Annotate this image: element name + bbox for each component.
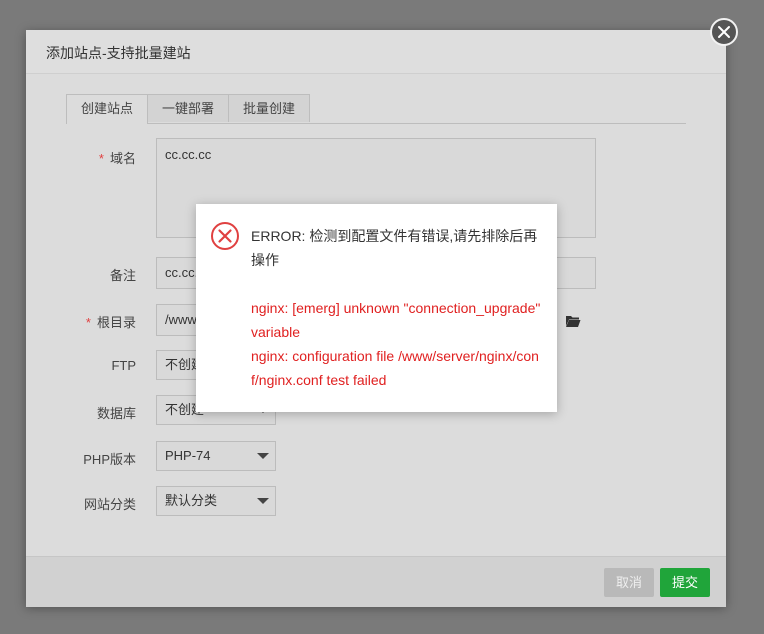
error-line: nginx: [emerg] unknown "connection_upgra… — [251, 300, 541, 340]
tab-create-site[interactable]: 创建站点 — [66, 94, 149, 124]
error-content: ERROR: 检测到配置文件有错误,请先排除后再操作 nginx: [emerg… — [251, 224, 541, 392]
remark-label: 备注 — [109, 268, 136, 283]
chevron-down-icon — [257, 498, 269, 504]
chevron-down-icon — [257, 453, 269, 459]
error-title: ERROR: 检测到配置文件有错误,请先排除后再操作 — [251, 228, 538, 268]
error-dialog: ERROR: 检测到配置文件有错误,请先排除后再操作 nginx: [emerg… — [196, 204, 557, 412]
close-icon — [718, 26, 730, 38]
modal-title: 添加站点-支持批量建站 — [46, 45, 191, 61]
tab-one-click-deploy[interactable]: 一键部署 — [147, 94, 230, 122]
error-message: nginx: [emerg] unknown "connection_upgra… — [251, 296, 541, 392]
modal-header: 添加站点-支持批量建站 — [26, 30, 726, 74]
tab-bar: 创建站点 一键部署 批量创建 — [66, 94, 686, 124]
php-version-select[interactable]: PHP-74 — [156, 441, 276, 471]
database-label: 数据库 — [96, 406, 136, 421]
domain-label: * 域名 — [98, 151, 136, 166]
error-circle-icon — [211, 222, 239, 250]
php-label: PHP版本 — [83, 452, 136, 467]
ftp-label: FTP — [111, 358, 136, 373]
site-category-select[interactable]: 默认分类 — [156, 486, 276, 516]
modal-footer: 取消 提交 — [26, 556, 726, 607]
folder-open-icon[interactable] — [565, 314, 581, 328]
close-modal-button[interactable] — [710, 18, 738, 46]
tab-batch-create[interactable]: 批量创建 — [228, 94, 311, 122]
root-label: * 根目录 — [85, 315, 136, 330]
submit-button[interactable]: 提交 — [660, 568, 711, 597]
cancel-button[interactable]: 取消 — [604, 568, 655, 597]
error-line: nginx: configuration file /www/server/ng… — [251, 348, 539, 388]
category-label: 网站分类 — [83, 497, 136, 512]
